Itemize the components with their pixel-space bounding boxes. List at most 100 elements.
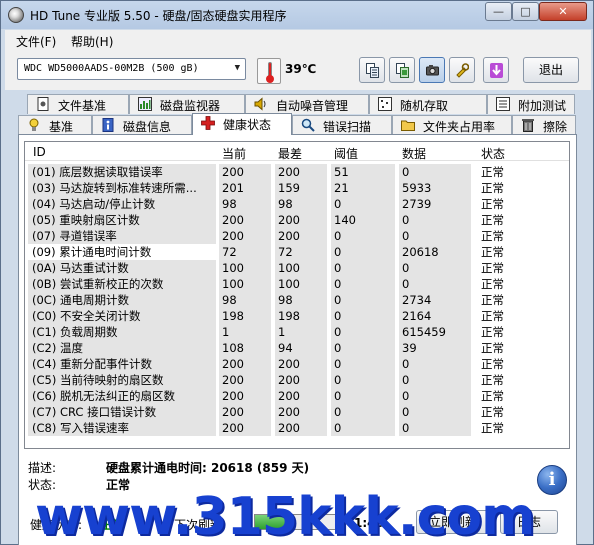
cell-worst: 159 [275, 180, 327, 196]
table-row[interactable]: (C4) 重新分配事件计数 200 200 0 0 正常 [25, 356, 569, 372]
maximize-button[interactable]: □ [512, 2, 539, 21]
table-row[interactable]: (03) 马达旋转到标准转速所需... 201 159 21 5933 正常 [25, 180, 569, 196]
cell-worst: 200 [275, 420, 327, 436]
description-value: 硬盘累计通电时间: 20618 (859 天) [106, 461, 310, 475]
cell-current: 200 [219, 228, 271, 244]
save-button[interactable] [483, 57, 509, 83]
cell-status: 正常 [481, 357, 504, 371]
cell-id: (C0) 不安全关闭计数 [28, 308, 216, 324]
dropdown-arrow-icon: ▼ [234, 63, 240, 73]
cell-threshold: 0 [331, 308, 395, 324]
exit-button[interactable]: 退出 [523, 57, 579, 83]
table-row[interactable]: (C0) 不安全关闭计数 198 198 0 2164 正常 [25, 308, 569, 324]
copy-screen-icon [396, 63, 409, 78]
col-data[interactable]: 数据 [402, 145, 426, 162]
cell-current: 72 [219, 244, 271, 260]
table-row[interactable]: (07) 寻道错误率 200 200 0 0 正常 [25, 228, 569, 244]
table-row[interactable]: (C6) 脱机无法纠正的扇区数 200 200 0 0 正常 [25, 388, 569, 404]
cell-worst: 200 [275, 356, 327, 372]
cell-threshold: 0 [331, 292, 395, 308]
table-row[interactable]: (04) 马达启动/停止计数 98 98 0 2739 正常 [25, 196, 569, 212]
menu-help[interactable]: 帮助(H) [71, 33, 113, 50]
random-access-icon [378, 97, 392, 111]
cell-current: 200 [219, 404, 271, 420]
cell-status: 正常 [481, 293, 504, 307]
col-worst[interactable]: 最差 [278, 145, 302, 162]
tab-erase[interactable]: 擦除 [512, 115, 576, 135]
tab-random-access[interactable]: 随机存取 [369, 94, 487, 114]
cell-status: 正常 [481, 405, 504, 419]
cell-data: 0 [399, 356, 471, 372]
cell-id: (C8) 写入错误速率 [28, 420, 216, 436]
copy-text-button[interactable] [359, 57, 385, 83]
cell-threshold: 0 [331, 244, 395, 260]
tab-error-scan[interactable]: 错误扫描 [292, 115, 392, 135]
cell-current: 98 [219, 196, 271, 212]
cell-threshold: 0 [331, 420, 395, 436]
screenshot-camera-icon [426, 65, 439, 76]
table-row[interactable]: (05) 重映射扇区计数 200 200 140 0 正常 [25, 212, 569, 228]
col-threshold[interactable]: 阈值 [334, 145, 358, 162]
tab-disk-monitor[interactable]: 磁盘监视器 [129, 94, 245, 114]
cell-current: 201 [219, 180, 271, 196]
table-row[interactable]: (09) 累计通电时间计数 72 72 0 20618 正常 [25, 244, 569, 260]
cell-worst: 200 [275, 164, 327, 180]
copy-screen-button[interactable] [389, 57, 415, 83]
cell-status: 正常 [481, 421, 504, 435]
cell-threshold: 0 [331, 372, 395, 388]
cell-status: 正常 [481, 165, 504, 179]
col-status[interactable]: 状态 [481, 145, 505, 162]
menu-file[interactable]: 文件(F) [16, 33, 56, 50]
table-row[interactable]: (C5) 当前待映射的扇区数 200 200 0 0 正常 [25, 372, 569, 388]
cell-threshold: 21 [331, 180, 395, 196]
hdtune-app-icon [8, 7, 24, 23]
cell-threshold: 0 [331, 388, 395, 404]
cell-data: 0 [399, 404, 471, 420]
col-current[interactable]: 当前 [222, 145, 246, 162]
cell-status: 正常 [481, 245, 504, 259]
cell-id: (0B) 尝试重新校正的次数 [28, 276, 216, 292]
cell-worst: 200 [275, 388, 327, 404]
cell-threshold: 0 [331, 196, 395, 212]
menu-bar: 文件(F) 帮助(H) [5, 30, 591, 50]
tab-disk-info[interactable]: 磁盘信息 [92, 115, 192, 135]
tab-benchmark[interactable]: 基准 [18, 115, 92, 135]
cell-status: 正常 [481, 197, 504, 211]
table-row[interactable]: (C7) CRC 接口错误计数 200 200 0 0 正常 [25, 404, 569, 420]
cell-current: 1 [219, 324, 271, 340]
smart-table[interactable]: ID 当前 最差 阈值 数据 状态 (01) 底层数据读取错误率 200 200 51… [24, 141, 570, 449]
drive-select[interactable]: WDC WD5000AADS-00M2B (500 gB) ▼ [17, 58, 246, 80]
tab-folder-usage[interactable]: 文件夹占用率 [392, 115, 512, 135]
table-row[interactable]: (0C) 通电周期计数 98 98 0 2734 正常 [25, 292, 569, 308]
cell-id: (01) 底层数据读取错误率 [28, 164, 216, 180]
tab-noise-management[interactable]: 自动噪音管理 [245, 94, 369, 114]
table-row[interactable]: (C1) 负载周期数 1 1 0 615459 正常 [25, 324, 569, 340]
table-row[interactable]: (0A) 马达重试计数 100 100 0 0 正常 [25, 260, 569, 276]
screenshot-button[interactable] [419, 57, 445, 83]
drive-select-value: WDC WD5000AADS-00M2B (500 gB) [24, 63, 199, 74]
cell-status: 正常 [481, 373, 504, 387]
tabs-top-row: 文件基准 磁盘监视器 自动噪音管理 随机存取 附加测试 [27, 94, 575, 114]
tab-extra-tests[interactable]: 附加测试 [487, 94, 575, 114]
cell-worst: 98 [275, 292, 327, 308]
window-title: HD Tune 专业版 5.50 - 硬盘/固态硬盘实用程序 [30, 9, 287, 23]
tab-file-benchmark[interactable]: 文件基准 [27, 94, 129, 114]
col-id[interactable]: ID [33, 145, 46, 159]
cell-id: (0A) 马达重试计数 [28, 260, 216, 276]
minimize-button[interactable]: — [485, 2, 512, 21]
app-window: HD Tune 专业版 5.50 - 硬盘/固态硬盘实用程序 — □ ✕ 文件(… [0, 0, 594, 545]
table-row[interactable]: (0B) 尝试重新校正的次数 100 100 0 0 正常 [25, 276, 569, 292]
cell-status: 正常 [481, 181, 504, 195]
folder-usage-icon [401, 120, 415, 131]
options-button[interactable] [449, 57, 475, 83]
cell-current: 200 [219, 164, 271, 180]
cell-data: 2734 [399, 292, 471, 308]
cell-data: 0 [399, 228, 471, 244]
table-row[interactable]: (01) 底层数据读取错误率 200 200 51 0 正常 [25, 164, 569, 180]
table-row[interactable]: (C8) 写入错误速率 200 200 0 0 正常 [25, 420, 569, 436]
cell-worst: 1 [275, 324, 327, 340]
close-button[interactable]: ✕ [539, 2, 587, 21]
tab-health[interactable]: 健康状态 [192, 113, 292, 135]
table-row[interactable]: (C2) 温度 108 94 0 39 正常 [25, 340, 569, 356]
cell-id: (C5) 当前待映射的扇区数 [28, 372, 216, 388]
